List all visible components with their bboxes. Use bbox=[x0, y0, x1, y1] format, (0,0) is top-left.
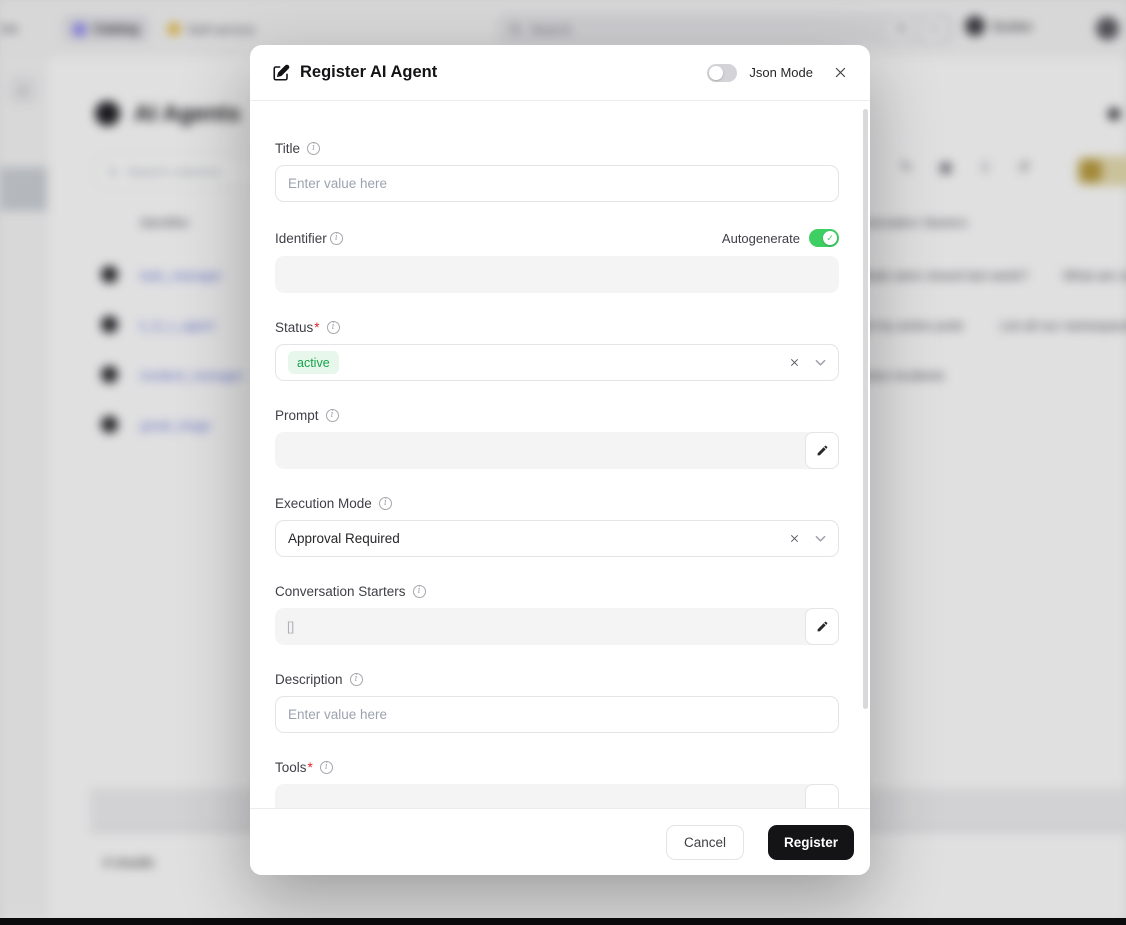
info-icon[interactable]: i bbox=[307, 142, 320, 155]
required-mark: * bbox=[308, 760, 313, 775]
modal-scrollbar[interactable] bbox=[863, 109, 868, 709]
pencil-square-icon bbox=[272, 64, 290, 82]
status-chip: active bbox=[288, 351, 339, 374]
identifier-input bbox=[275, 256, 839, 293]
json-mode-label: Json Mode bbox=[749, 65, 813, 80]
register-button[interactable]: Register bbox=[768, 825, 854, 860]
cancel-button[interactable]: Cancel bbox=[666, 825, 744, 860]
pencil-icon bbox=[816, 444, 829, 457]
field-title: Title i bbox=[275, 141, 839, 202]
info-icon[interactable]: i bbox=[327, 321, 340, 334]
edit-starters-button[interactable] bbox=[805, 608, 839, 645]
modal-body[interactable]: Title i Identifier i Autogenerate ✓ bbox=[250, 101, 870, 808]
description-label: Description bbox=[275, 672, 343, 687]
tools-input[interactable] bbox=[275, 784, 839, 808]
conversation-starters-label: Conversation Starters bbox=[275, 584, 406, 599]
field-status: Status* i active bbox=[275, 320, 839, 381]
identifier-label: Identifier bbox=[275, 231, 327, 246]
clear-icon[interactable] bbox=[789, 533, 800, 544]
modal-footer: Cancel Register bbox=[250, 808, 870, 875]
tools-label: Tools bbox=[275, 760, 307, 775]
execution-mode-value: Approval Required bbox=[288, 531, 400, 546]
bottom-bar bbox=[0, 918, 1126, 925]
conversation-starters-input: [] bbox=[275, 608, 839, 645]
chevron-down-icon[interactable] bbox=[815, 535, 826, 542]
clear-icon[interactable] bbox=[789, 357, 800, 368]
modal-header: Register AI Agent Json Mode bbox=[250, 45, 870, 101]
field-conversation-starters: Conversation Starters i [] bbox=[275, 584, 839, 645]
screen: me Catalog Self-service Search ⌘ K bbox=[0, 0, 1126, 925]
close-icon[interactable] bbox=[833, 65, 848, 80]
field-execution-mode: Execution Mode i Approval Required bbox=[275, 496, 839, 557]
title-label: Title bbox=[275, 141, 300, 156]
title-input[interactable] bbox=[275, 165, 839, 202]
info-icon[interactable]: i bbox=[326, 409, 339, 422]
required-mark: * bbox=[314, 320, 319, 335]
pencil-icon bbox=[816, 620, 829, 633]
info-icon[interactable]: i bbox=[320, 761, 333, 774]
field-description: Description i bbox=[275, 672, 839, 733]
status-label: Status bbox=[275, 320, 313, 335]
edit-tools-button[interactable] bbox=[805, 784, 839, 808]
execution-mode-label: Execution Mode bbox=[275, 496, 372, 511]
prompt-input bbox=[275, 432, 839, 469]
edit-prompt-button[interactable] bbox=[805, 432, 839, 469]
modal-title: Register AI Agent bbox=[300, 63, 437, 82]
autogenerate-toggle[interactable]: ✓ bbox=[809, 229, 839, 247]
description-input[interactable] bbox=[275, 696, 839, 733]
chevron-down-icon[interactable] bbox=[815, 359, 826, 366]
info-icon[interactable]: i bbox=[330, 232, 343, 245]
autogenerate-label: Autogenerate bbox=[722, 231, 800, 246]
prompt-label: Prompt bbox=[275, 408, 319, 423]
status-select[interactable]: active bbox=[275, 344, 839, 381]
field-identifier: Identifier i Autogenerate ✓ bbox=[275, 229, 839, 293]
register-ai-agent-modal: Register AI Agent Json Mode Title i bbox=[250, 45, 870, 875]
info-icon[interactable]: i bbox=[413, 585, 426, 598]
info-icon[interactable]: i bbox=[350, 673, 363, 686]
field-tools: Tools* i bbox=[275, 760, 839, 808]
execution-mode-select[interactable]: Approval Required bbox=[275, 520, 839, 557]
info-icon[interactable]: i bbox=[379, 497, 392, 510]
field-prompt: Prompt i bbox=[275, 408, 839, 469]
json-mode-toggle[interactable] bbox=[707, 64, 737, 82]
